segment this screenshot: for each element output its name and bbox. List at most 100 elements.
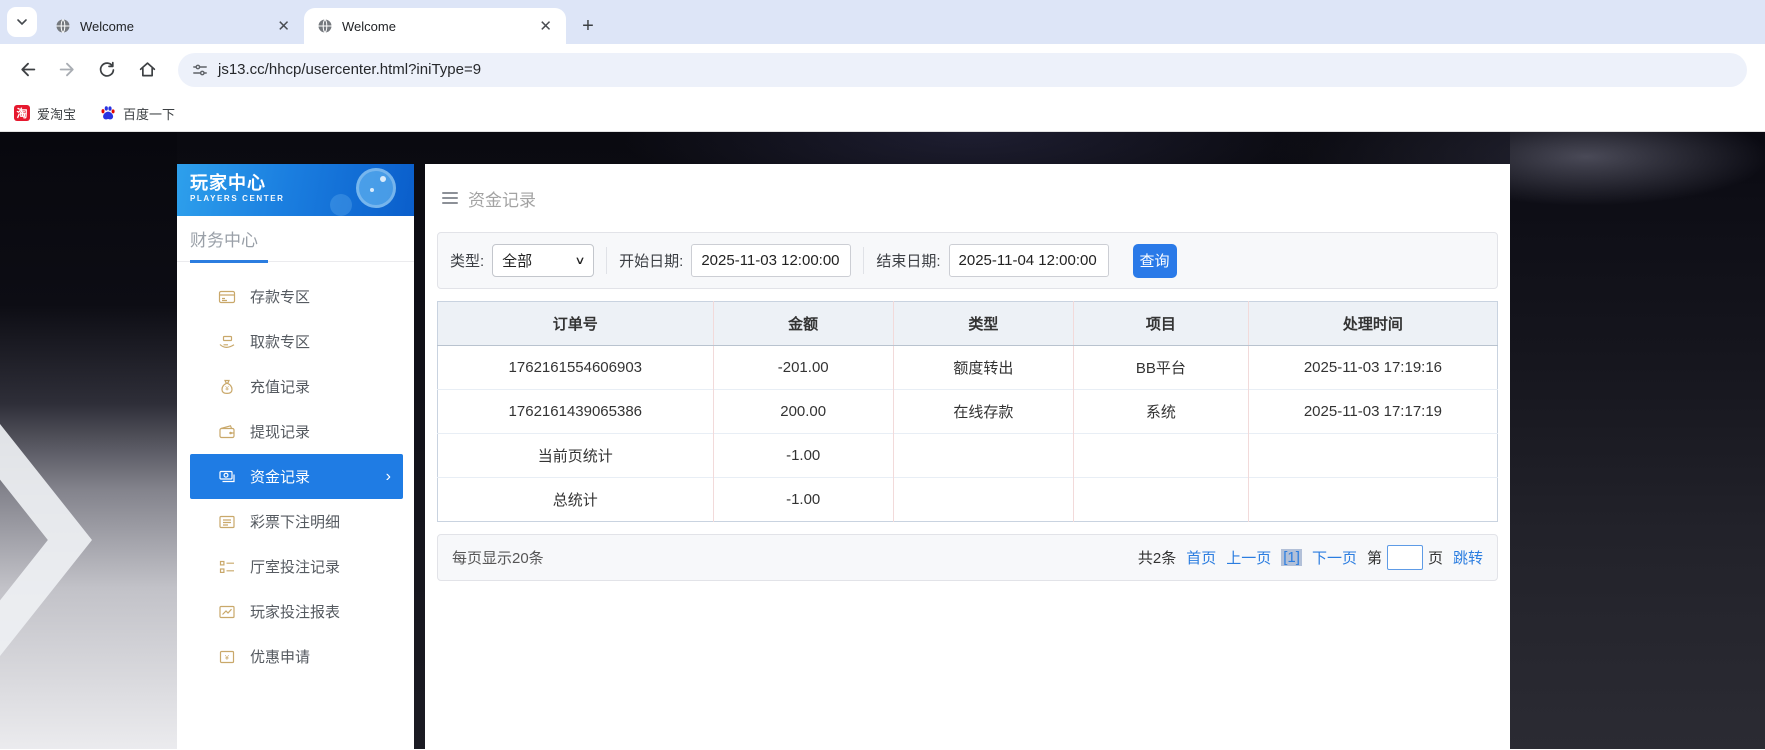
back-button[interactable] — [10, 53, 44, 87]
table-row-total-stats: 总统计 -1.00 — [438, 478, 1498, 522]
banknotes-icon — [218, 469, 236, 485]
main-header: 资金记录 — [425, 164, 1510, 232]
address-bar[interactable]: js13.cc/hhcp/usercenter.html?iniType=9 — [178, 53, 1747, 87]
cell-order-no: 1762161439065386 — [438, 390, 714, 434]
reload-button[interactable] — [90, 53, 124, 87]
prev-page-link[interactable]: 上一页 — [1226, 547, 1271, 568]
sidebar-item-deposit-zone[interactable]: 存款专区 — [190, 274, 403, 319]
start-date-label: 开始日期: — [619, 250, 683, 271]
reload-icon — [98, 61, 116, 79]
end-date-input[interactable] — [949, 244, 1109, 277]
gamepad-decoration-icon — [356, 168, 396, 208]
circle-decoration — [330, 194, 352, 216]
next-page-link[interactable]: 下一页 — [1312, 547, 1357, 568]
cell-empty — [893, 434, 1073, 478]
sidebar-item-label: 存款专区 — [250, 286, 310, 307]
cell-amount: -1.00 — [713, 478, 893, 522]
cell-time: 2025-11-03 17:17:19 — [1248, 390, 1497, 434]
sidebar-item-label: 优惠申请 — [250, 646, 310, 667]
home-button[interactable] — [130, 53, 164, 87]
cell-amount: -1.00 — [713, 434, 893, 478]
url-text: js13.cc/hhcp/usercenter.html?iniType=9 — [218, 61, 481, 78]
sidebar-item-label: 提现记录 — [250, 421, 310, 442]
forward-arrow-icon — [58, 60, 77, 79]
bookmark-taobao[interactable]: 淘 爱淘宝 — [14, 104, 76, 123]
back-arrow-icon — [18, 60, 37, 79]
sidebar-item-label: 取款专区 — [250, 331, 310, 352]
table-row-page-stats: 当前页统计 -1.00 — [438, 434, 1498, 478]
browser-tab-strip: Welcome ✕ Welcome ✕ + — [0, 0, 1765, 44]
col-header-time: 处理时间 — [1248, 302, 1497, 346]
sidebar-item-player-bet-report[interactable]: 玩家投注报表 — [190, 589, 403, 634]
sidebar-item-hall-bet-records[interactable]: 厅室投注记录 — [190, 544, 403, 589]
cell-type: 额度转出 — [893, 346, 1073, 390]
cell-type: 在线存款 — [893, 390, 1073, 434]
decoration-dot — [380, 176, 386, 182]
pagination-bar: 每页显示20条 共2条 首页 上一页 [1] 下一页 第 页 跳转 — [437, 534, 1498, 581]
col-header-amount: 金额 — [713, 302, 893, 346]
page-content: 玩家中心 PLAYERS CENTER 财务中心 存款专区 取款专区 ¥ 充值记… — [0, 132, 1765, 749]
type-label: 类型: — [450, 250, 484, 271]
query-button[interactable]: 查询 — [1133, 244, 1177, 278]
bookmark-baidu[interactable]: 百度一下 — [100, 104, 175, 123]
tab-search-button[interactable] — [7, 7, 37, 37]
chevron-right-icon: › — [386, 468, 391, 486]
tab-close-icon[interactable]: ✕ — [535, 17, 556, 36]
filter-bar: 类型: 全部 ∨ 开始日期: 结束日期: 查询 — [437, 232, 1498, 289]
new-tab-button[interactable]: + — [574, 12, 602, 40]
sidebar-item-promo-apply[interactable]: ¥ 优惠申请 — [190, 634, 403, 679]
sidebar-item-label: 彩票下注明细 — [250, 511, 340, 532]
sidebar-item-recharge-records[interactable]: ¥ 充值记录 — [190, 364, 403, 409]
svg-text:¥: ¥ — [225, 655, 229, 662]
cell-empty — [1073, 478, 1248, 522]
first-page-link[interactable]: 首页 — [1186, 547, 1216, 568]
cell-empty — [1248, 478, 1497, 522]
sidebar-item-withdrawal-records[interactable]: 提现记录 — [190, 409, 403, 454]
type-select[interactable]: 全部 ∨ — [492, 244, 594, 277]
cell-empty — [893, 478, 1073, 522]
sidebar-item-funds-records[interactable]: 资金记录 › — [190, 454, 403, 499]
sidebar: 玩家中心 PLAYERS CENTER 财务中心 存款专区 取款专区 ¥ 充值记… — [177, 164, 414, 749]
cell-order-no: 1762161554606903 — [438, 346, 714, 390]
page-jump-input[interactable] — [1387, 545, 1423, 570]
sidebar-header: 玩家中心 PLAYERS CENTER — [177, 164, 414, 216]
bookmark-label: 百度一下 — [123, 104, 175, 123]
forward-button[interactable] — [50, 53, 84, 87]
cell-amount: -201.00 — [713, 346, 893, 390]
sidebar-item-label: 资金记录 — [250, 466, 310, 487]
hamburger-icon — [442, 192, 458, 204]
sidebar-item-withdraw-zone[interactable]: 取款专区 — [190, 319, 403, 364]
site-settings-icon[interactable] — [192, 62, 208, 78]
page-jump-group: 第 页 — [1367, 545, 1443, 570]
jump-label-post: 页 — [1428, 547, 1443, 568]
bookmarks-bar: 淘 爱淘宝 百度一下 — [0, 95, 1765, 132]
money-bag-icon: ¥ — [218, 379, 236, 395]
jump-action-link[interactable]: 跳转 — [1453, 547, 1483, 568]
start-date-input[interactable] — [691, 244, 851, 277]
sidebar-item-label: 厅室投注记录 — [250, 556, 340, 577]
browser-tab-active[interactable]: Welcome ✕ — [304, 8, 566, 44]
table-row: 1762161554606903 -201.00 额度转出 BB平台 2025-… — [438, 346, 1498, 390]
tab-close-icon[interactable]: ✕ — [273, 17, 294, 36]
bookmark-label: 爱淘宝 — [37, 104, 76, 123]
cell-label: 总统计 — [438, 478, 714, 522]
filter-divider — [606, 247, 607, 274]
cell-project: BB平台 — [1073, 346, 1248, 390]
sidebar-section-title: 财务中心 — [177, 216, 414, 262]
tab-title: Welcome — [80, 19, 264, 34]
browser-tab-inactive[interactable]: Welcome ✕ — [42, 8, 304, 44]
cell-project: 系统 — [1073, 390, 1248, 434]
sidebar-item-label: 充值记录 — [250, 376, 310, 397]
tab-title: Welcome — [342, 19, 526, 34]
end-date-label: 结束日期: — [876, 250, 940, 271]
col-header-type: 类型 — [893, 302, 1073, 346]
records-table: 订单号 金额 类型 项目 处理时间 1762161554606903 -201.… — [437, 301, 1498, 522]
page-size-text: 每页显示20条 — [452, 547, 544, 568]
list-document-icon — [218, 514, 236, 530]
browser-toolbar: js13.cc/hhcp/usercenter.html?iniType=9 — [0, 44, 1765, 95]
cell-label: 当前页统计 — [438, 434, 714, 478]
chevron-down-icon: ∨ — [574, 254, 585, 267]
table-header-row: 订单号 金额 类型 项目 处理时间 — [438, 302, 1498, 346]
sidebar-item-lottery-bet-detail[interactable]: 彩票下注明细 — [190, 499, 403, 544]
jump-label-pre: 第 — [1367, 547, 1382, 568]
